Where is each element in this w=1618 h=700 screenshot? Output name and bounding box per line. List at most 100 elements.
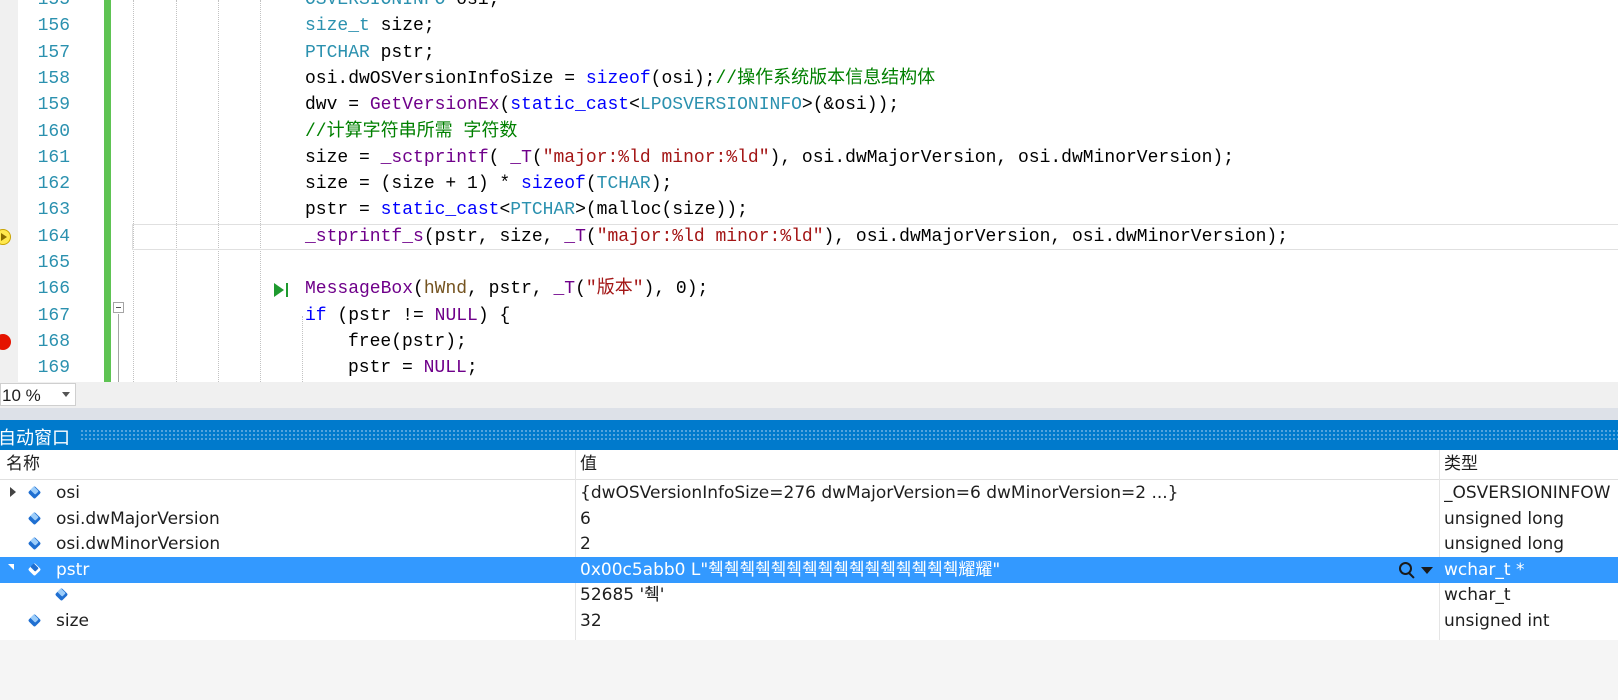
variable-field-icon — [55, 588, 69, 602]
code-text[interactable]: osi.dwOSVersionInfoSize = sizeof(osi);//… — [305, 66, 935, 92]
outline-collapse-icon[interactable] — [113, 302, 124, 313]
code-token: pstr; — [369, 42, 435, 63]
code-line[interactable]: 155 OSVERSIONINFO osi; — [0, 0, 1618, 13]
table-row[interactable]: osi.dwMajorVersion 6 unsigned long — [0, 506, 1618, 532]
variable-field-icon — [28, 512, 42, 526]
code-token: ( — [499, 95, 511, 116]
code-line[interactable]: 168 free(pstr); — [0, 329, 1618, 355]
code-line[interactable]: 164 _stprintf_s(pstr, size, _T("major:%ld… — [0, 224, 1618, 250]
variable-name: osi — [56, 483, 80, 503]
variable-value[interactable]: {dwOSVersionInfoSize=276 dwMajorVersion=… — [580, 480, 1390, 506]
column-header-name[interactable]: 名称 — [6, 450, 40, 479]
line-number: 160 — [37, 121, 70, 142]
code-token: < — [499, 200, 511, 221]
code-line[interactable]: 156 size_t size; — [0, 13, 1618, 39]
editor-status-bar: 10 % — [0, 382, 1618, 408]
variable-value[interactable]: 0x00c5abb0 L"췍췍췍췍췍췍췍췍췍췍췍췍췍췍췍췍耀耀" — [580, 557, 1390, 583]
code-line[interactable]: 165 — [0, 250, 1618, 276]
code-token: ( — [531, 147, 543, 168]
code-text[interactable]: dwv = GetVersionEx(static_cast<LPOSVERSI… — [305, 92, 899, 118]
code-text[interactable]: pstr = NULL; — [348, 355, 478, 381]
column-header-value[interactable]: 值 — [580, 450, 597, 479]
code-line[interactable]: 158 osi.dwOSVersionInfoSize = sizeof(osi)… — [0, 66, 1618, 92]
code-text[interactable]: if (pstr != NULL) { — [305, 303, 510, 329]
variable-value[interactable]: 52685 '췍' — [580, 582, 1390, 608]
code-token: free(pstr); — [348, 331, 467, 352]
panel-splitter[interactable] — [0, 408, 1618, 420]
code-line[interactable]: 166 MessageBox(hWnd, pstr, _T("版本"), 0); — [0, 276, 1618, 302]
code-token: _T — [564, 226, 586, 247]
line-number: 156 — [37, 16, 70, 37]
code-token: size; — [369, 16, 435, 37]
code-line[interactable]: 159 dwv = GetVersionEx(static_cast<LPOSVE… — [0, 92, 1618, 118]
code-token: size = — [305, 147, 381, 168]
code-token: sizeof — [521, 174, 586, 195]
code-line[interactable]: 162 size = (size + 1) * sizeof(TCHAR); — [0, 171, 1618, 197]
code-token: _stprintf_s — [305, 226, 424, 247]
variable-field-icon — [28, 563, 42, 577]
code-line[interactable]: 163 pstr = static_cast<PTCHAR>(malloc(siz… — [0, 197, 1618, 223]
code-token: TCHAR — [596, 174, 651, 195]
code-token: pstr = — [348, 358, 424, 379]
code-token: (pstr != — [326, 305, 435, 326]
variable-field-icon — [28, 614, 42, 628]
code-token: ) { — [477, 305, 511, 326]
code-editor[interactable]: 155 OSVERSIONINFO osi; 156 size_t size; 157 P… — [0, 0, 1618, 382]
code-token: //操作系统版本信息结构体 — [715, 68, 936, 89]
variable-type: unsigned long — [1444, 508, 1565, 529]
code-token: LPOSVERSIONINFO — [639, 95, 802, 116]
code-token: MessageBox — [305, 279, 414, 300]
code-text[interactable]: _stprintf_s(pstr, size, _T("major:%ld mi… — [305, 224, 1288, 250]
zoom-level-select[interactable]: 10 % — [0, 383, 76, 406]
code-text[interactable]: free(pstr); — [348, 329, 467, 355]
code-line[interactable]: 157 PTCHAR pstr; — [0, 40, 1618, 66]
table-row[interactable]: size 32 unsigned int — [0, 608, 1618, 634]
outline-line — [118, 314, 119, 382]
variable-type: wchar_t — [1444, 585, 1511, 606]
code-text[interactable]: PTCHAR pstr; — [305, 40, 435, 66]
variable-type: unsigned int — [1444, 611, 1550, 631]
code-token: _sctprintf — [380, 147, 489, 168]
expand-arrow-right-icon[interactable] — [10, 487, 16, 497]
line-number: 167 — [37, 305, 70, 326]
code-token: (pstr, size, — [423, 226, 565, 247]
code-token: static_cast — [380, 200, 500, 221]
line-number: 155 — [37, 0, 70, 10]
code-token: dwv = — [305, 95, 370, 116]
code-text[interactable]: size = (size + 1) * sizeof(TCHAR); — [305, 171, 672, 197]
code-text[interactable]: size_t size; — [305, 13, 435, 39]
code-line[interactable]: 160 //计算字符串所需 字符数 — [0, 119, 1618, 145]
line-number: 165 — [37, 253, 70, 273]
code-token: OSVERSIONINFO — [305, 0, 446, 10]
autos-window-title-bar[interactable]: 自动窗口 — [0, 420, 1618, 450]
chevron-down-icon[interactable] — [62, 392, 70, 397]
code-token: pstr = — [305, 200, 381, 221]
code-text[interactable]: size = _sctprintf( _T("major:%ld minor:%… — [305, 145, 1234, 171]
table-row[interactable]: osi {dwOSVersionInfoSize=276 dwMajorVersi… — [0, 480, 1618, 506]
table-row[interactable]: pstr 0x00c5abb0 L"췍췍췍췍췍췍췍췍췍췍췍췍췍췍췍췍耀耀" wcha… — [0, 556, 1618, 583]
code-token: if — [305, 305, 327, 326]
text-visualizer-magnifier-icon[interactable] — [1398, 561, 1416, 579]
code-text[interactable]: //计算字符串所需 字符数 — [305, 119, 517, 145]
table-row[interactable]: osi.dwMinorVersion 2 unsigned long — [0, 531, 1618, 557]
expand-arrow-down-icon[interactable] — [8, 563, 14, 570]
code-token: ), 0); — [643, 279, 709, 300]
code-line[interactable]: 169 pstr = NULL; — [0, 355, 1618, 381]
code-token: hWnd — [423, 279, 468, 300]
code-token: ), osi.dwMajorVersion, osi.dwMinorVersio… — [769, 147, 1235, 168]
column-header-type[interactable]: 类型 — [1444, 450, 1478, 479]
variable-value[interactable]: 6 — [580, 506, 1390, 532]
code-token: "版本" — [585, 279, 644, 300]
code-text[interactable]: OSVERSIONINFO osi; — [305, 0, 499, 13]
code-line[interactable]: 167 if (pstr != NULL) { — [0, 303, 1618, 329]
code-text[interactable]: MessageBox(hWnd, pstr, _T("版本"), 0); — [305, 276, 708, 302]
code-text[interactable]: pstr = static_cast<PTCHAR>(malloc(size))… — [305, 197, 748, 223]
run-to-click-icon[interactable] — [272, 280, 294, 300]
table-row[interactable]: 52685 '췍' wchar_t — [0, 582, 1618, 608]
variable-value[interactable]: 32 — [580, 608, 1390, 634]
variable-value[interactable]: 2 — [580, 531, 1390, 557]
code-token: static_cast — [510, 95, 630, 116]
visualizer-dropdown-icon[interactable] — [1421, 566, 1433, 574]
code-line[interactable]: 161 size = _sctprintf( _T("major:%ld mino… — [0, 145, 1618, 171]
code-token: "major:%ld minor:%ld" — [596, 226, 824, 247]
